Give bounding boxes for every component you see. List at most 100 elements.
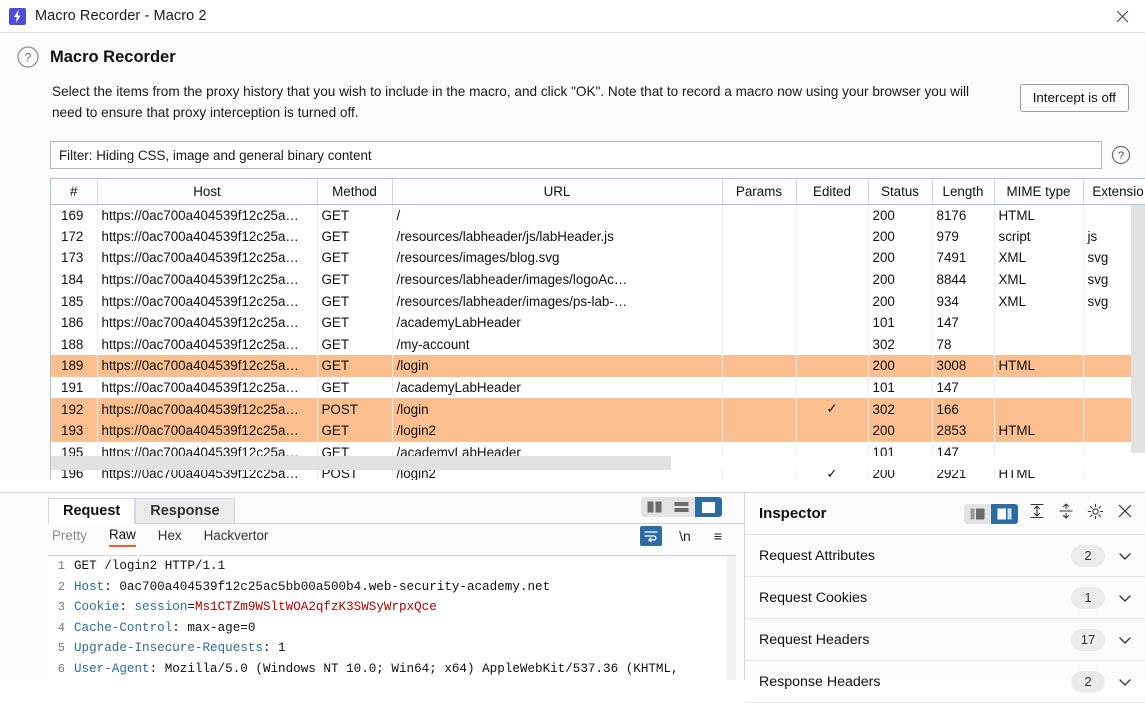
dialog-body: ? Macro Recorder Select the items from t… (0, 33, 1145, 480)
cell-number: 192 (51, 398, 97, 420)
inspector-layout-toggle (964, 504, 1018, 524)
editor-line: 1GET /login2 HTTP/1.1 (48, 556, 736, 577)
close-icon[interactable] (1117, 503, 1133, 524)
chevron-down-icon[interactable] (1117, 590, 1133, 606)
cell-status: 101 (868, 377, 932, 399)
table-row[interactable]: 189https://0ac700a404539f12c25a…GET/logi… (51, 355, 1145, 377)
filter-bar[interactable]: Filter: Hiding CSS, image and general bi… (50, 141, 1102, 169)
cell-edited (796, 355, 868, 377)
table-row[interactable]: 192https://0ac700a404539f12c25a…POST/log… (51, 398, 1145, 420)
column-header-extension[interactable]: Extensio (1083, 179, 1145, 204)
inspector-title: Inspector (759, 505, 964, 522)
inspector-section-label: Request Headers (759, 632, 1071, 648)
proxy-history-table-container[interactable]: # Host Method URL Params Edited Status L… (50, 178, 1145, 480)
gear-icon[interactable] (1087, 503, 1104, 525)
table-horizontal-scroll-thumb[interactable] (51, 456, 671, 470)
inspector-section-row[interactable]: Response Headers2 (745, 661, 1145, 703)
table-row[interactable]: 169https://0ac700a404539f12c25a…GET/2008… (51, 204, 1145, 226)
table-vertical-scrollbar[interactable] (1131, 205, 1145, 480)
view-tab-raw[interactable]: Raw (109, 527, 136, 547)
panel-right-icon[interactable] (991, 504, 1018, 524)
cell-number: 188 (51, 334, 97, 356)
question-mark-circle-icon[interactable]: ? (16, 45, 40, 69)
column-header-method[interactable]: Method (317, 179, 392, 204)
column-header-mime-type[interactable]: MIME type (994, 179, 1083, 204)
word-wrap-icon[interactable] (640, 526, 662, 546)
single-pane-icon[interactable] (695, 497, 722, 517)
cell-length: 8176 (932, 204, 994, 226)
view-mode-tabs: Pretty Raw Hex Hackvertor \n ≡ (0, 524, 744, 550)
tab-request[interactable]: Request (48, 498, 135, 524)
cell-url: /resources/images/blog.svg (392, 247, 722, 269)
split-horizontal-icon[interactable] (668, 497, 695, 517)
line-number: 4 (48, 621, 70, 635)
table-vertical-scroll-thumb[interactable] (1131, 205, 1145, 453)
close-icon[interactable] (1099, 0, 1145, 33)
cell-url: /academyLabHeader (392, 312, 722, 334)
column-header-length[interactable]: Length (932, 179, 994, 204)
column-header-status[interactable]: Status (868, 179, 932, 204)
filter-help-icon[interactable]: ? (1111, 145, 1131, 165)
cell-length: 78 (932, 334, 994, 356)
expand-all-icon[interactable] (1029, 503, 1045, 524)
intercept-toggle-button[interactable]: Intercept is off (1020, 84, 1129, 112)
table-row[interactable]: 193https://0ac700a404539f12c25a…GET/logi… (51, 420, 1145, 442)
cell-params (722, 204, 796, 226)
table-horizontal-scrollbar[interactable] (51, 456, 1145, 470)
cell-method: GET (317, 247, 392, 269)
cell-method: GET (317, 290, 392, 312)
dialog-header: ? Macro Recorder (0, 33, 1145, 69)
cell-params (722, 420, 796, 442)
cell-method: GET (317, 226, 392, 248)
column-header-url[interactable]: URL (392, 179, 722, 204)
cell-params (722, 247, 796, 269)
cell-status: 200 (868, 420, 932, 442)
window-title-bar: Macro Recorder - Macro 2 (0, 0, 1145, 33)
hamburger-menu-icon[interactable]: ≡ (708, 528, 728, 544)
table-row[interactable]: 172https://0ac700a404539f12c25a…GET/reso… (51, 226, 1145, 248)
chevron-down-icon[interactable] (1117, 548, 1133, 564)
chevron-down-icon[interactable] (1117, 674, 1133, 690)
column-header-params[interactable]: Params (722, 179, 796, 204)
newline-icon[interactable]: \n (675, 528, 695, 544)
table-row[interactable]: 173https://0ac700a404539f12c25a…GET/reso… (51, 247, 1145, 269)
editor-vertical-scrollbar[interactable] (727, 556, 736, 680)
table-row[interactable]: 188https://0ac700a404539f12c25a…GET/my-a… (51, 334, 1145, 356)
filter-row: Filter: Hiding CSS, image and general bi… (50, 141, 1145, 169)
cell-params (722, 290, 796, 312)
column-header-host[interactable]: Host (97, 179, 317, 204)
cell-mime-type: HTML (994, 204, 1083, 226)
line-content: GET /login2 HTTP/1.1 (70, 559, 225, 573)
inspector-section-row[interactable]: Request Headers17 (745, 619, 1145, 661)
column-header-number[interactable]: # (51, 179, 97, 204)
line-content: Cache-Control: max-age=0 (70, 621, 255, 635)
collapse-all-icon[interactable] (1058, 503, 1074, 524)
window-title: Macro Recorder - Macro 2 (35, 8, 207, 24)
cell-url: /login (392, 355, 722, 377)
cell-edited (796, 204, 868, 226)
tab-response[interactable]: Response (135, 498, 234, 524)
cell-status: 302 (868, 334, 932, 356)
table-row[interactable]: 191https://0ac700a404539f12c25a…GET/acad… (51, 377, 1145, 399)
cell-host: https://0ac700a404539f12c25a… (97, 312, 317, 334)
chevron-down-icon[interactable] (1117, 632, 1133, 648)
view-tab-hackvertor[interactable]: Hackvertor (204, 528, 269, 546)
column-header-edited[interactable]: Edited (796, 179, 868, 204)
table-row[interactable]: 185https://0ac700a404539f12c25a…GET/reso… (51, 290, 1145, 312)
line-number: 6 (48, 662, 70, 676)
cell-url: /academyLabHeader (392, 377, 722, 399)
cell-number: 169 (51, 204, 97, 226)
cell-params (722, 377, 796, 399)
svg-text:?: ? (25, 51, 32, 65)
inspector-section-row[interactable]: Request Attributes2 (745, 535, 1145, 577)
panel-left-icon[interactable] (964, 504, 991, 524)
view-tab-hex[interactable]: Hex (158, 528, 182, 546)
cell-mime-type (994, 377, 1083, 399)
cell-edited (796, 269, 868, 291)
split-vertical-icon[interactable] (641, 497, 668, 517)
table-row[interactable]: 186https://0ac700a404539f12c25a…GET/acad… (51, 312, 1145, 334)
view-tab-pretty[interactable]: Pretty (52, 528, 87, 546)
inspector-section-row[interactable]: Request Cookies1 (745, 577, 1145, 619)
table-row[interactable]: 184https://0ac700a404539f12c25a…GET/reso… (51, 269, 1145, 291)
request-raw-editor[interactable]: 1GET /login2 HTTP/1.12Host: 0ac700a40453… (48, 555, 736, 680)
